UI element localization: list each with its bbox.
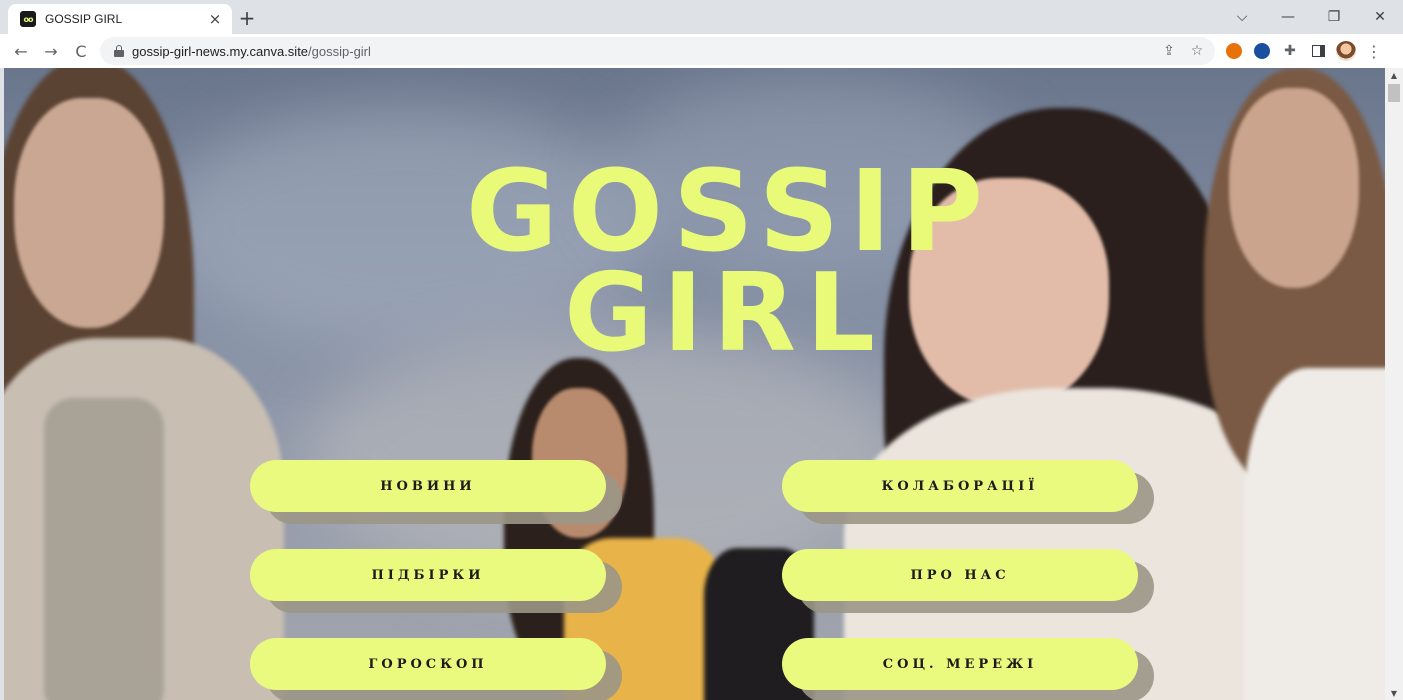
about-button-label: ПРО НАС: [782, 549, 1138, 601]
restore-icon[interactable]: ❐: [1311, 0, 1357, 34]
social-button-label: СОЦ. МЕРЕЖІ: [782, 638, 1138, 690]
hero-section: GOSSIP GIRL НОВИНИ ПІДБІРКИ ГОРОСКОП КОЛ…: [4, 68, 1385, 700]
tab-strip: oo GOSSIP GIRL × + ⌵ — ❐ ✕: [0, 0, 1403, 34]
url-path: /gossip-girl: [308, 43, 371, 59]
extensions-area: ✚ ⋮: [1220, 34, 1388, 68]
omnibox-actions: ⇪ ☆: [1155, 37, 1211, 65]
window-controls: ⌵ — ❐ ✕: [1219, 0, 1403, 34]
extension-fire-icon[interactable]: [1220, 37, 1248, 65]
side-panel-icon[interactable]: [1304, 37, 1332, 65]
browser-tab[interactable]: oo GOSSIP GIRL ×: [8, 4, 232, 34]
tab-search-icon[interactable]: ⌵: [1219, 0, 1265, 34]
back-icon[interactable]: ←: [6, 36, 36, 66]
news-button[interactable]: НОВИНИ: [250, 460, 622, 524]
reload-icon[interactable]: C: [66, 36, 96, 66]
selections-button-label: ПІДБІРКИ: [250, 549, 606, 601]
extension-blue-icon[interactable]: [1248, 37, 1276, 65]
url-host: gossip-girl-news.my.canva.site: [132, 43, 309, 59]
scroll-down-arrow-icon[interactable]: ▼: [1385, 686, 1403, 700]
collabs-button[interactable]: КОЛАБОРАЦІЇ: [782, 460, 1154, 524]
lock-icon[interactable]: [114, 45, 124, 57]
hero-title-line-2: GIRL: [564, 251, 885, 376]
scroll-up-arrow-icon[interactable]: ▲: [1385, 68, 1403, 82]
extensions-puzzle-icon[interactable]: ✚: [1276, 37, 1304, 65]
forward-icon[interactable]: →: [36, 36, 66, 66]
horoscope-button-label: ГОРОСКОП: [250, 638, 606, 690]
new-tab-icon[interactable]: +: [236, 6, 258, 30]
scroll-thumb[interactable]: [1388, 84, 1400, 102]
minimize-icon[interactable]: —: [1265, 0, 1311, 34]
browser-toolbar: ← → C gossip-girl-news.my.canva.site/gos…: [0, 34, 1403, 68]
browser-menu-icon[interactable]: ⋮: [1360, 37, 1388, 65]
social-button[interactable]: СОЦ. МЕРЕЖІ: [782, 638, 1154, 700]
collabs-button-label: КОЛАБОРАЦІЇ: [782, 460, 1138, 512]
bookmark-star-icon[interactable]: ☆: [1183, 37, 1211, 65]
page-scrollbar[interactable]: ▲ ▼: [1385, 68, 1403, 700]
close-window-icon[interactable]: ✕: [1357, 0, 1403, 34]
about-button[interactable]: ПРО НАС: [782, 549, 1154, 613]
tab-close-icon[interactable]: ×: [206, 10, 224, 28]
share-icon[interactable]: ⇪: [1155, 37, 1183, 65]
address-bar[interactable]: gossip-girl-news.my.canva.site/gossip-gi…: [100, 37, 1215, 65]
selections-button[interactable]: ПІДБІРКИ: [250, 549, 622, 613]
favicon-icon: oo: [20, 11, 36, 27]
favicon-text: oo: [23, 14, 34, 24]
page-viewport: GOSSIP GIRL НОВИНИ ПІДБІРКИ ГОРОСКОП КОЛ…: [0, 68, 1403, 700]
url-text[interactable]: gossip-girl-news.my.canva.site/gossip-gi…: [132, 44, 371, 59]
news-button-label: НОВИНИ: [250, 460, 606, 512]
profile-avatar[interactable]: [1332, 37, 1360, 65]
tab-title: GOSSIP GIRL: [45, 12, 123, 26]
horoscope-button[interactable]: ГОРОСКОП: [250, 638, 622, 700]
